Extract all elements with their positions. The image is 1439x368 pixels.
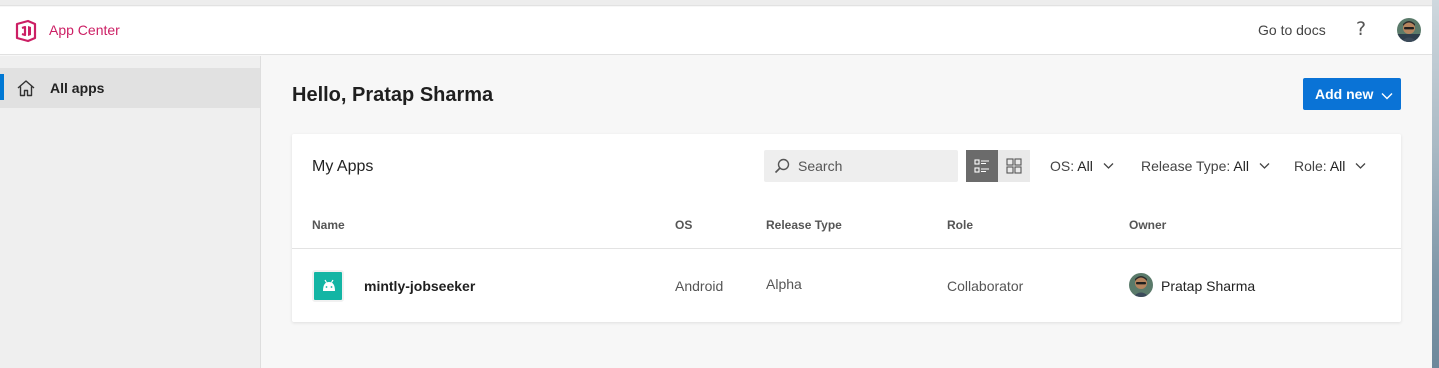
selected-indicator [0, 74, 4, 100]
release-type-filter-label: Release Type: [1141, 158, 1231, 174]
app-os: Android [675, 278, 724, 294]
chevron-down-icon [1103, 163, 1114, 169]
android-icon [312, 270, 344, 302]
owner-avatar [1129, 273, 1153, 297]
page-greeting: Hello, Pratap Sharma [292, 84, 494, 106]
os-filter-label: OS: [1050, 158, 1075, 174]
column-header-release-type[interactable]: Release Type [766, 218, 842, 232]
top-bar: App Center Go to docs ? [0, 7, 1432, 55]
chevron-down-icon [1259, 163, 1270, 169]
help-icon[interactable]: ? [1352, 18, 1370, 42]
grid-view-button[interactable] [998, 150, 1030, 182]
app-center-logo-icon[interactable] [14, 19, 38, 43]
add-new-button[interactable]: Add new [1303, 78, 1401, 110]
release-type-filter-dropdown[interactable]: Release Type: All [1141, 158, 1270, 174]
table-divider [292, 248, 1401, 249]
app-role: Collaborator [947, 278, 1024, 294]
list-view-button[interactable] [966, 150, 998, 182]
search-icon [774, 158, 790, 174]
role-filter-label: Role: [1294, 158, 1327, 174]
os-filter-value: All [1077, 158, 1093, 174]
search-box[interactable] [764, 150, 958, 182]
desktop-edge [1432, 0, 1439, 368]
column-header-name[interactable]: Name [312, 218, 345, 232]
my-apps-card: My Apps OS: All Release Type: All [292, 134, 1401, 322]
app-owner: Pratap Sharma [1161, 278, 1256, 294]
home-icon [16, 79, 36, 97]
grid-view-icon [1006, 158, 1022, 174]
go-to-docs-link[interactable]: Go to docs [1258, 22, 1326, 38]
app-title[interactable]: App Center [49, 22, 120, 38]
card-title: My Apps [312, 158, 374, 175]
role-filter-dropdown[interactable]: Role: All [1294, 158, 1366, 174]
column-header-os[interactable]: OS [675, 218, 692, 232]
os-filter-dropdown[interactable]: OS: All [1050, 158, 1114, 174]
list-view-icon [974, 159, 989, 173]
chevron-down-icon [1355, 163, 1366, 169]
sidebar-item-label: All apps [50, 80, 105, 96]
release-type-filter-value: All [1233, 158, 1249, 174]
user-avatar[interactable] [1397, 18, 1421, 42]
add-new-label: Add new [1315, 86, 1374, 102]
role-filter-value: All [1329, 158, 1346, 174]
window-top-edge [0, 0, 1432, 6]
sidebar-item-all-apps[interactable]: All apps [0, 68, 260, 108]
sidebar: All apps [0, 56, 261, 368]
search-input[interactable] [798, 156, 948, 176]
column-header-role[interactable]: Role [947, 218, 973, 232]
app-name[interactable]: mintly-jobseeker [364, 278, 475, 294]
app-release-type: Alpha [766, 276, 802, 292]
column-header-owner[interactable]: Owner [1129, 218, 1166, 232]
chevron-down-icon [1381, 88, 1393, 100]
